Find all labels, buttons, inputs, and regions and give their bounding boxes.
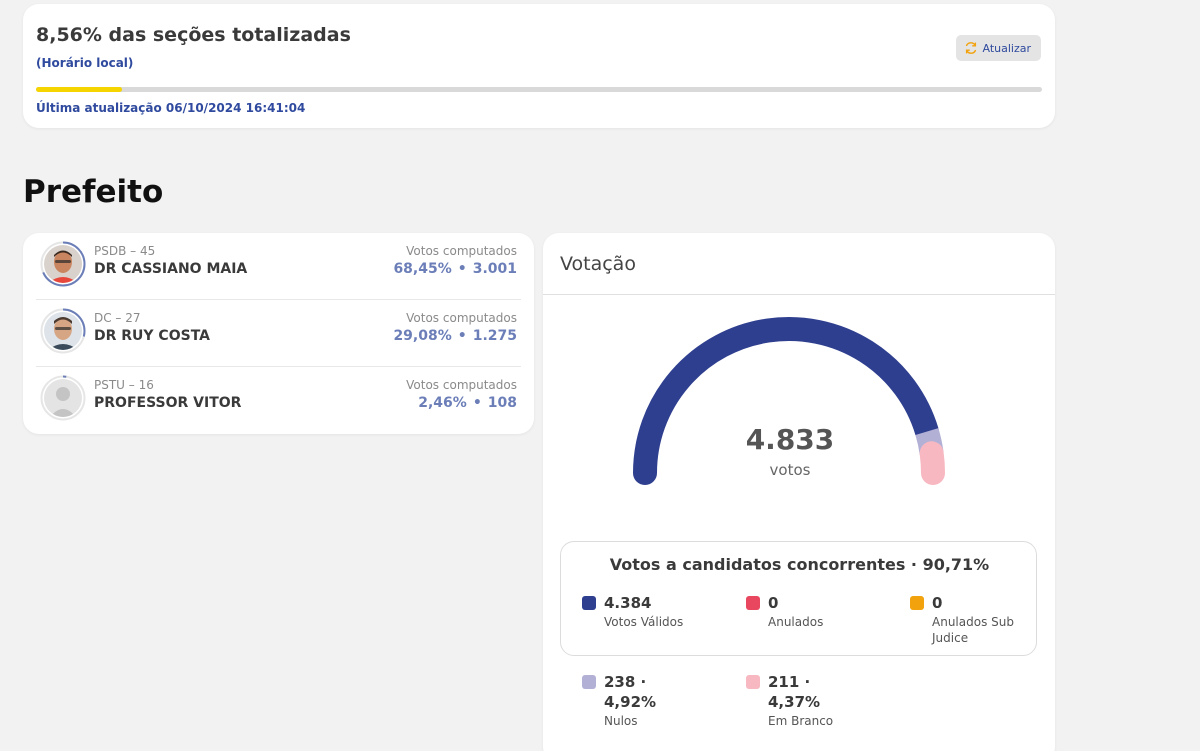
refresh-button-label: Atualizar [982,41,1031,55]
candidate-party: DC – 27 [94,311,141,325]
candidate-photo [44,312,82,350]
totalization-status-card: 8,56% das seções totalizadas (Horário lo… [23,4,1055,128]
votes-label: Votos computados [406,311,517,325]
candidate-vote-count: 1.275 [472,328,517,344]
refresh-button[interactable]: Atualizar [956,35,1041,61]
candidate-vote-count: 3.001 [472,261,517,277]
legend-swatch [582,596,596,610]
candidate-vote-count: 108 [487,395,517,411]
candidate-avatar [40,308,86,354]
candidate-percent: 2,46% [418,395,467,411]
votes-label: Votos computados [406,378,517,392]
candidate-name: PROFESSOR VITOR [94,395,242,411]
candidate-row[interactable]: PSDB – 45 DR CASSIANO MAIA Votos computa… [36,233,521,300]
voting-summary-header: Votação [543,233,1055,295]
legend-label: Em Branco [768,714,834,728]
totalization-progress-fill [36,87,123,92]
legend-label: Nulos [604,714,638,728]
legend-label: Anulados [768,615,824,629]
total-votes-unit: votos [769,461,811,479]
candidate-party: PSDB – 45 [94,244,156,258]
candidate-name: DR RUY COSTA [94,328,210,344]
legend-value: 0 [768,594,779,612]
legend-nulos: 238 · 4,92% Nulos [582,672,722,732]
total-votes: 4.833 [745,423,835,456]
candidate-votes: 68,45% • 3.001 [393,261,517,277]
candidate-votes: 2,46% • 108 [418,395,517,411]
totalization-title: 8,56% das seções totalizadas [36,24,351,46]
legend-swatch [746,596,760,610]
candidates-list: PSDB – 45 DR CASSIANO MAIA Votos computa… [23,233,534,434]
section-title: Prefeito [23,174,164,210]
legend-value: 0 [932,594,943,612]
candidate-avatar [40,241,86,287]
candidate-photo [44,245,82,283]
default-user-icon [44,379,82,417]
legend-swatch [746,675,760,689]
candidate-avatar [40,375,86,421]
separator-dot: • [472,395,482,411]
voting-summary-title: Votação [560,253,636,275]
legend-em-branco: 211 · 4,37% Em Branco [746,672,886,732]
legend-value: 4.384 [604,594,652,612]
legend-value: 238 · 4,92% [604,673,657,711]
separator-dot: • [457,328,467,344]
totalization-progress-bar [36,87,1042,92]
refresh-icon [966,42,977,54]
candidate-party: PSTU – 16 [94,378,154,392]
separator-dot: • [457,261,467,277]
candidate-percent: 68,45% [393,261,452,277]
voting-summary-card: Votação 4.833 votos Votos a candidatos c… [543,233,1055,751]
local-time-note: (Horário local) [36,56,134,70]
valid-votes-box: Votos a candidatos concorrentes · 90,71%… [560,541,1037,656]
legend-swatch [582,675,596,689]
last-update-text: Última atualização 06/10/2024 16:41:04 [36,101,306,115]
candidate-votes: 29,08% • 1.275 [393,328,517,344]
valid-votes-title: Votos a candidatos concorrentes · 90,71% [609,555,990,574]
candidate-percent: 29,08% [393,328,452,344]
candidate-row[interactable]: PSTU – 16 PROFESSOR VITOR Votos computad… [36,367,521,434]
legend-label: Votos Válidos [604,615,684,629]
legend-swatch [910,596,924,610]
candidate-row[interactable]: DC – 27 DR RUY COSTA Votos computados 29… [36,300,521,367]
candidate-name: DR CASSIANO MAIA [94,261,248,277]
legend-label: Anulados Sub Judice [932,615,1014,645]
votes-label: Votos computados [406,244,517,258]
legend-value: 211 · 4,37% [768,673,821,711]
